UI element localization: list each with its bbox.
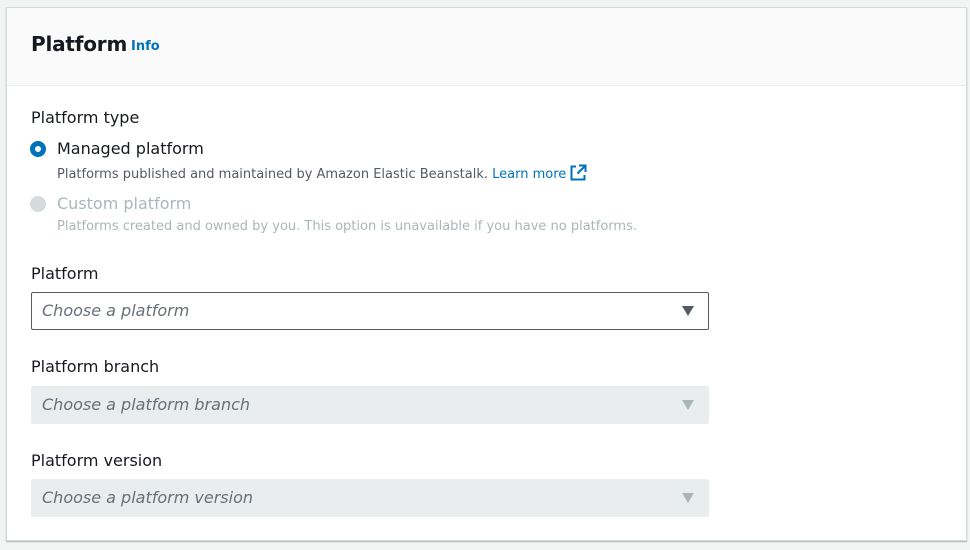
panel-title: Platform (31, 32, 128, 56)
managed-platform-description-text: Platforms published and maintained by Am… (57, 167, 488, 182)
platform-select[interactable]: Choose a platform (31, 292, 709, 330)
platform-version-label: Platform version (31, 451, 163, 470)
platform-label: Platform (31, 264, 99, 283)
panel-header: Platform Info (7, 8, 966, 86)
custom-platform-radio[interactable] (30, 196, 46, 212)
platform-branch-label: Platform branch (31, 357, 160, 376)
managed-platform-label[interactable]: Managed platform (57, 139, 204, 158)
custom-platform-description: Platforms created and owned by you. This… (57, 219, 637, 234)
managed-platform-description: Platforms published and maintained by Am… (57, 164, 587, 185)
platform-type-label: Platform type (31, 108, 140, 127)
custom-platform-label[interactable]: Custom platform (57, 194, 191, 213)
platform-panel: Platform Info Platform type Managed plat… (6, 7, 967, 541)
learn-more-link[interactable]: Learn more (492, 167, 566, 182)
platform-branch-select-placeholder: Choose a platform branch (42, 395, 251, 414)
info-link[interactable]: Info (131, 39, 160, 54)
caret-down-icon (682, 400, 694, 410)
caret-down-icon (682, 306, 694, 316)
external-link-icon[interactable] (570, 164, 587, 185)
caret-down-icon (682, 493, 694, 503)
managed-platform-radio[interactable] (30, 141, 46, 157)
platform-version-select[interactable]: Choose a platform version (31, 479, 709, 517)
platform-select-placeholder: Choose a platform (42, 301, 190, 320)
platform-version-select-placeholder: Choose a platform version (42, 488, 253, 507)
platform-branch-select[interactable]: Choose a platform branch (31, 386, 709, 424)
